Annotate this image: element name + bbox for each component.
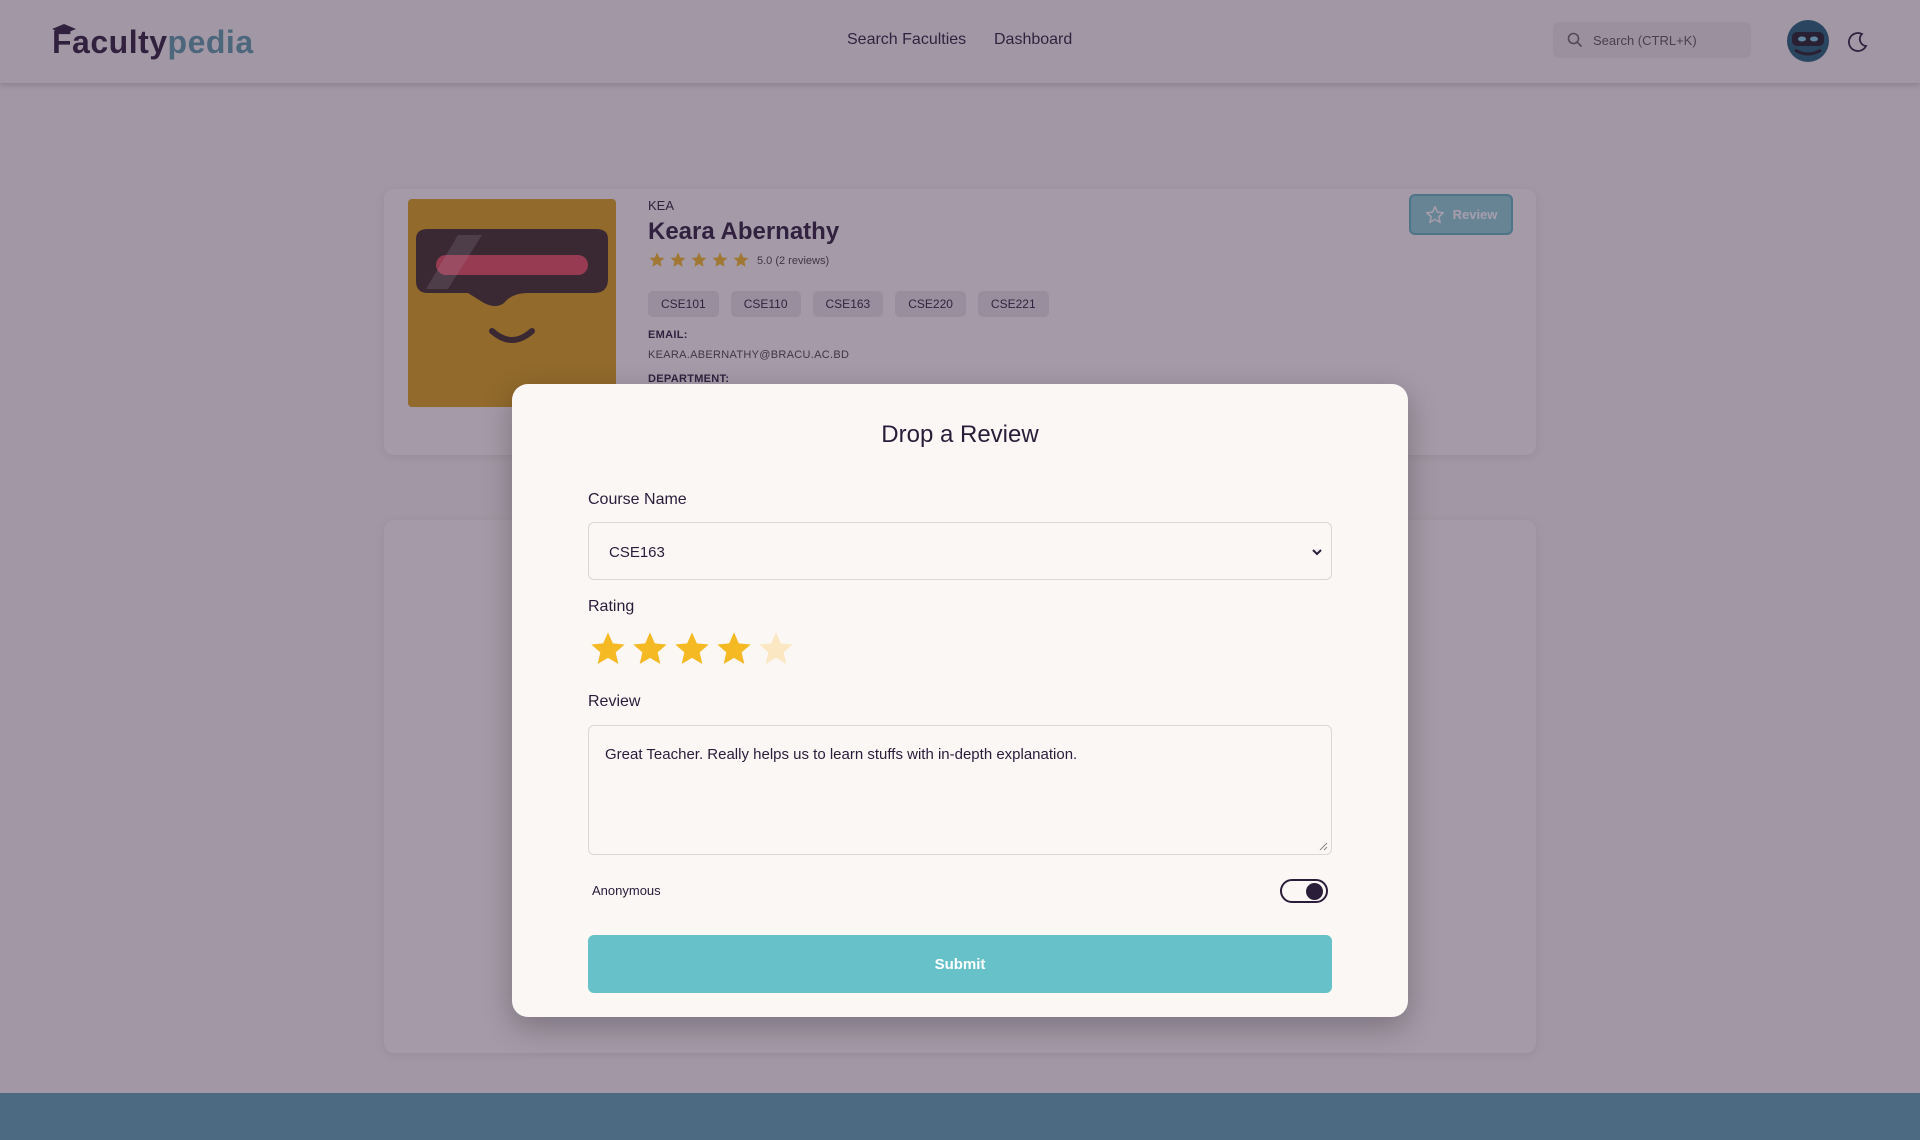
rating-star-4[interactable] bbox=[714, 629, 754, 669]
rating-input bbox=[588, 629, 796, 669]
anonymous-toggle[interactable] bbox=[1280, 879, 1328, 903]
review-label: Review bbox=[588, 693, 641, 710]
course-select-value: CSE163 bbox=[609, 544, 665, 561]
submit-button[interactable]: Submit bbox=[588, 935, 1332, 993]
anonymous-label: Anonymous bbox=[592, 883, 661, 898]
review-text: Great Teacher. Really helps us to learn … bbox=[605, 746, 1078, 763]
course-select[interactable]: CSE163 bbox=[588, 522, 1332, 580]
rating-star-1[interactable] bbox=[588, 629, 628, 669]
review-modal: Drop a Review Course Name CSE163 Rating … bbox=[512, 384, 1408, 1017]
rating-label: Rating bbox=[588, 598, 635, 615]
rating-star-2[interactable] bbox=[630, 629, 670, 669]
rating-star-3[interactable] bbox=[672, 629, 712, 669]
resize-handle-icon[interactable] bbox=[1318, 841, 1328, 851]
review-textarea[interactable]: Great Teacher. Really helps us to learn … bbox=[588, 725, 1332, 855]
chevron-down-icon bbox=[1312, 549, 1322, 556]
rating-star-5[interactable] bbox=[756, 629, 796, 669]
course-name-label: Course Name bbox=[588, 491, 687, 508]
toggle-knob bbox=[1306, 883, 1323, 900]
modal-title: Drop a Review bbox=[881, 421, 1039, 448]
